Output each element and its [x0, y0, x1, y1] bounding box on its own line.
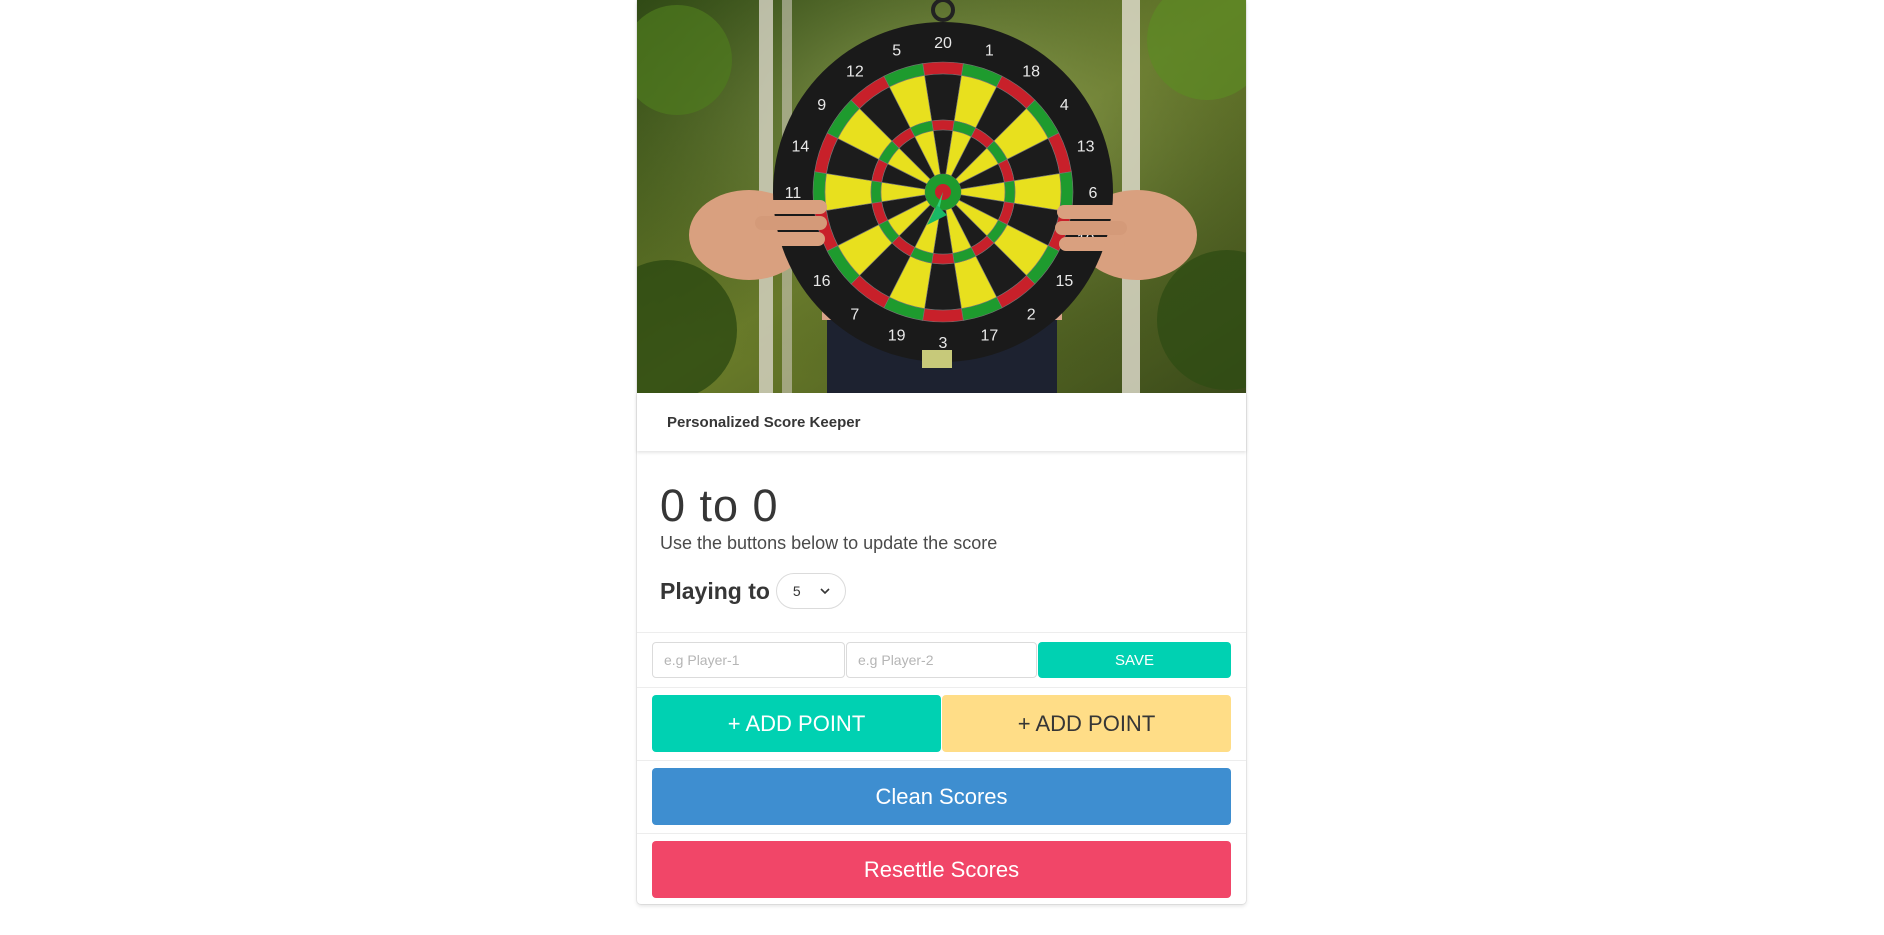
chevron-down-icon	[820, 588, 830, 595]
dartboard-number: 6	[1089, 185, 1098, 202]
double-ring-segment	[922, 61, 964, 76]
dartboard-image: 2011841361015217319716811149125	[637, 0, 1246, 393]
card-header-title: Personalized Score Keeper	[667, 413, 861, 431]
divider	[637, 632, 1246, 633]
divider	[637, 760, 1246, 761]
dartboard-number: 16	[813, 273, 831, 290]
card-header: Personalized Score Keeper	[637, 393, 1246, 451]
dartboard-number: 4	[1060, 97, 1069, 114]
dartboard-number: 5	[892, 42, 901, 59]
dartboard-number: 20	[934, 35, 952, 52]
dartboard-number: 19	[888, 328, 906, 345]
playing-to-label: Playing to	[660, 577, 770, 604]
dartboard-number: 14	[791, 139, 809, 156]
add-point-player1-button[interactable]: + ADD POINT	[652, 695, 941, 752]
treble-ring-segment	[870, 180, 883, 204]
dartboard-number: 3	[939, 335, 948, 352]
score-display: 0 to 0	[660, 480, 779, 531]
dartboard-number: 12	[846, 64, 864, 81]
playing-to-value: 5	[792, 583, 801, 599]
player2-name-input[interactable]	[846, 642, 1037, 678]
score-subtitle: Use the buttons below to update the scor…	[660, 533, 998, 553]
add-point-player2-button[interactable]: + ADD POINT	[942, 695, 1231, 752]
dartboard-number: 7	[850, 306, 859, 323]
save-button[interactable]: SAVE	[1038, 642, 1231, 678]
playing-to-select[interactable]: 5	[775, 573, 846, 609]
dartboard-number: 1	[985, 42, 994, 59]
player1-name-input[interactable]	[652, 642, 845, 678]
treble-ring-segment	[1003, 180, 1016, 204]
dartboard-number: 2	[1027, 306, 1036, 323]
treble-ring-segment	[931, 119, 955, 132]
dartboard-number: 15	[1055, 273, 1073, 290]
dartboard-number: 17	[980, 328, 998, 345]
treble-ring-segment	[931, 252, 955, 265]
divider	[637, 687, 1246, 688]
clean-scores-button[interactable]: Clean Scores	[652, 768, 1231, 825]
dartboard-number: 18	[1022, 64, 1040, 81]
divider	[637, 833, 1246, 834]
double-ring-segment	[922, 308, 964, 323]
dartboard-number: 11	[785, 185, 802, 202]
resettle-scores-button[interactable]: Resettle Scores	[652, 841, 1231, 898]
dartboard-number: 13	[1077, 139, 1095, 156]
dartboard-number: 9	[817, 97, 826, 114]
playing-to-row: Playing to 5	[660, 573, 846, 609]
